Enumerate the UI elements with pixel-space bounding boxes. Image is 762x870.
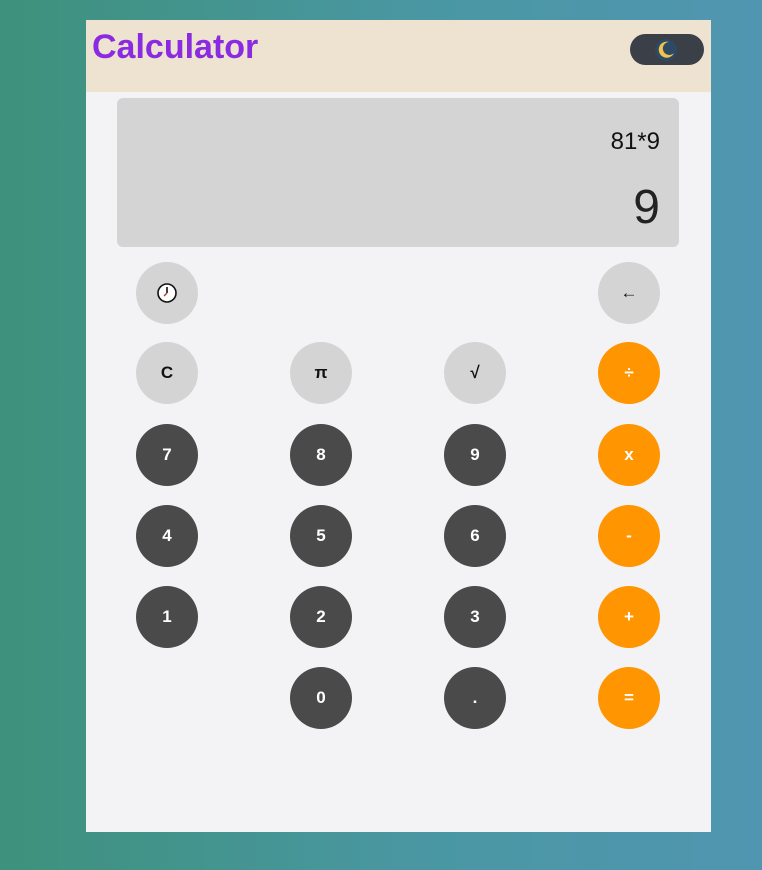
add-button[interactable]: + <box>598 586 660 648</box>
digit-5-button[interactable]: 5 <box>290 505 352 567</box>
digit-9-button[interactable]: 9 <box>444 424 506 486</box>
digit-4-button[interactable]: 4 <box>136 505 198 567</box>
app-title: Calculator <box>92 28 259 66</box>
display: 81*9 9 <box>117 98 679 247</box>
backspace-button[interactable]: ← <box>598 262 660 324</box>
decimal-button[interactable]: . <box>444 667 506 729</box>
sqrt-button[interactable]: √ <box>444 342 506 404</box>
equals-button[interactable]: = <box>598 667 660 729</box>
history-icon <box>157 283 177 303</box>
subtract-button[interactable]: - <box>598 505 660 567</box>
digit-3-button[interactable]: 3 <box>444 586 506 648</box>
history-button[interactable] <box>136 262 198 324</box>
moon-icon <box>655 39 677 61</box>
pi-button[interactable]: π <box>290 342 352 404</box>
digit-2-button[interactable]: 2 <box>290 586 352 648</box>
digit-1-button[interactable]: 1 <box>136 586 198 648</box>
header: Calculator <box>86 20 711 92</box>
digit-6-button[interactable]: 6 <box>444 505 506 567</box>
expression-display: 81*9 <box>610 128 660 155</box>
clear-button[interactable]: C <box>136 342 198 404</box>
digit-7-button[interactable]: 7 <box>136 424 198 486</box>
theme-toggle[interactable] <box>630 34 704 65</box>
multiply-button[interactable]: x <box>598 424 660 486</box>
divide-button[interactable]: ÷ <box>598 342 660 404</box>
calculator-app: Calculator 81*9 9 ← C π √ ÷ 7 8 9 x 4 5 … <box>86 20 711 832</box>
digit-0-button[interactable]: 0 <box>290 667 352 729</box>
digit-8-button[interactable]: 8 <box>290 424 352 486</box>
result-display: 9 <box>633 181 660 234</box>
